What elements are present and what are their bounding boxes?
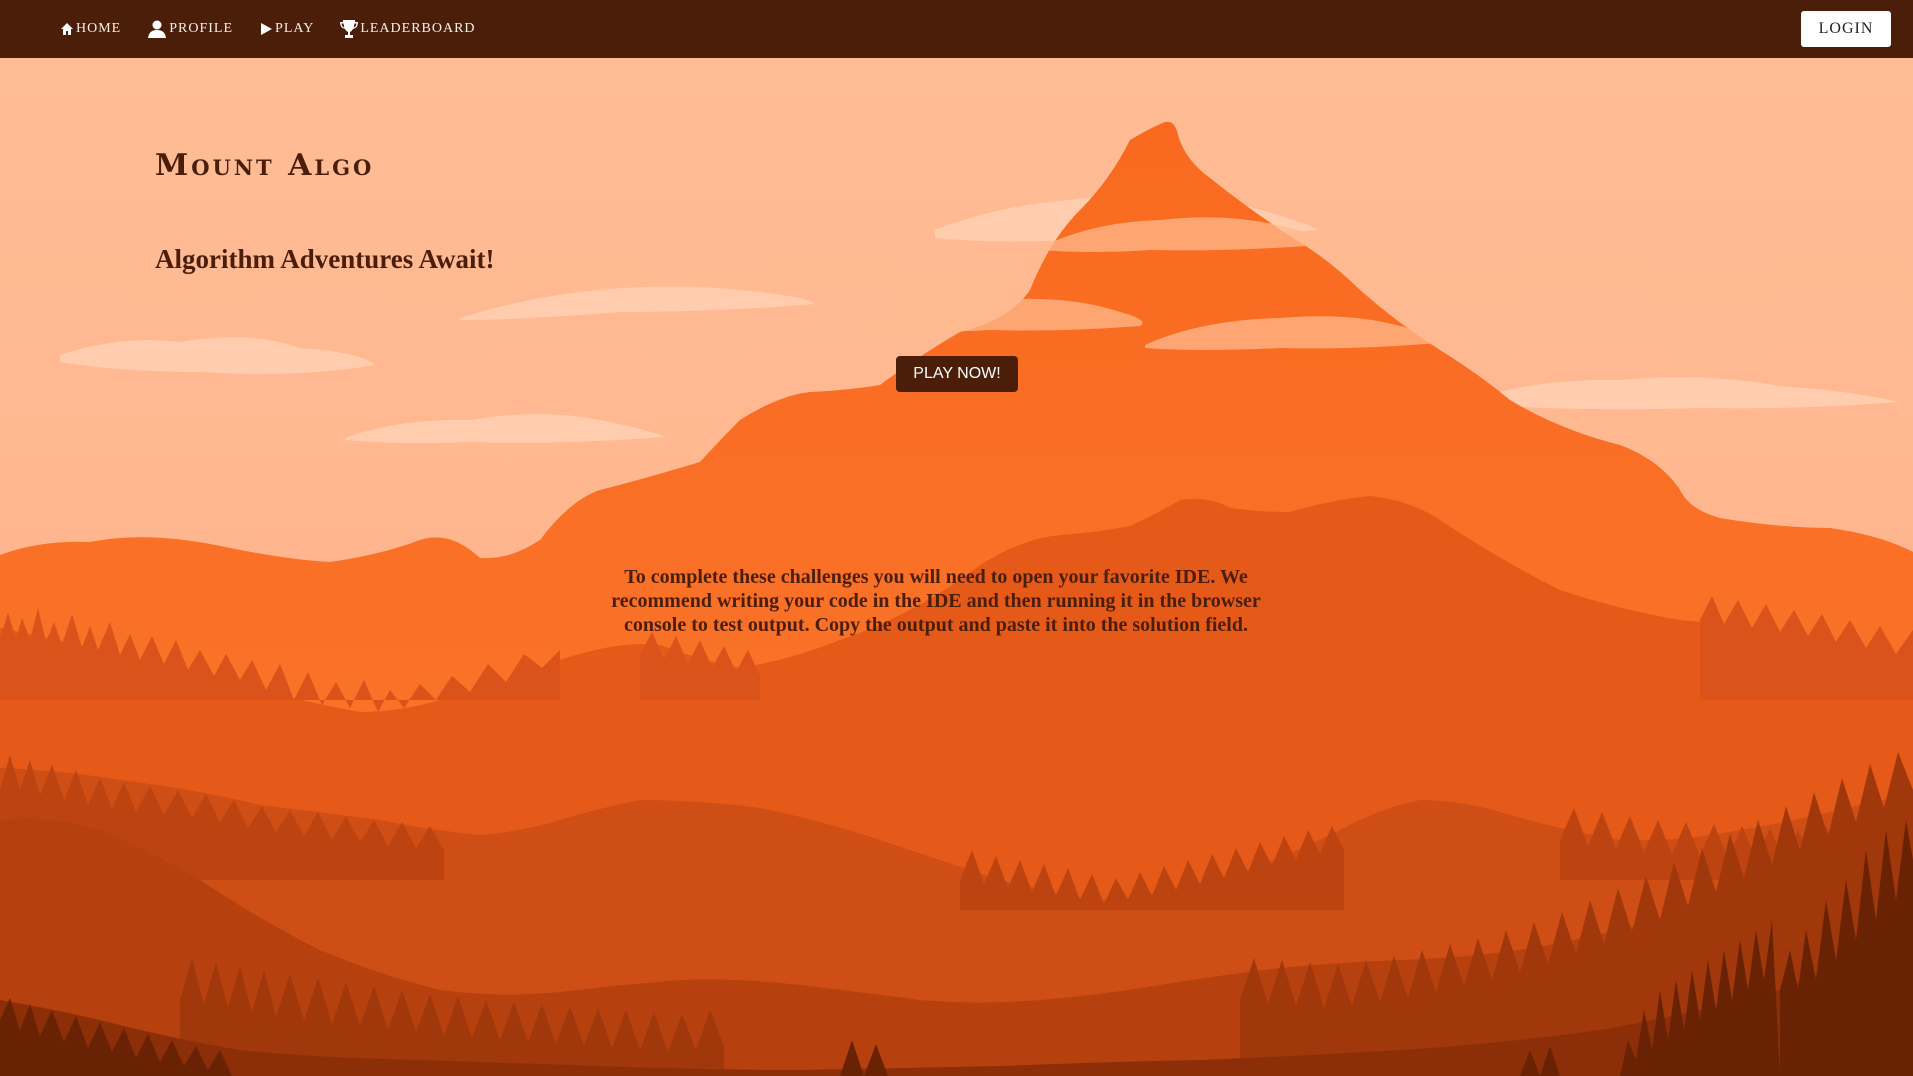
play-icon: [259, 22, 273, 36]
nav-item-label: LEADERBOARD: [360, 21, 476, 36]
home-icon: [60, 22, 74, 36]
nav-item-label: PLAY: [275, 21, 315, 36]
user-icon: [147, 20, 167, 38]
trophy-icon: [340, 19, 359, 39]
site-title: Mount Algo: [155, 148, 375, 183]
nav-item-label: HOME: [76, 21, 122, 36]
nav-item-label: PROFILE: [169, 21, 234, 36]
nav-item-leaderboard[interactable]: LEADERBOARD: [340, 19, 475, 39]
login-button[interactable]: LOGIN: [1801, 11, 1891, 47]
instructions-text: To complete these challenges you will ne…: [611, 566, 1261, 636]
top-navbar: HOME PROFILE PLAY LEADERBOARD LOGIN: [0, 0, 1913, 58]
nav-item-profile[interactable]: PROFILE: [147, 20, 233, 38]
play-now-button[interactable]: PLAY NOW!: [896, 356, 1018, 392]
nav-links: HOME PROFILE PLAY LEADERBOARD: [60, 19, 502, 39]
nav-item-home[interactable]: HOME: [60, 21, 121, 37]
nav-item-play[interactable]: PLAY: [259, 21, 314, 37]
tagline: Algorithm Adventures Await!: [155, 244, 495, 274]
